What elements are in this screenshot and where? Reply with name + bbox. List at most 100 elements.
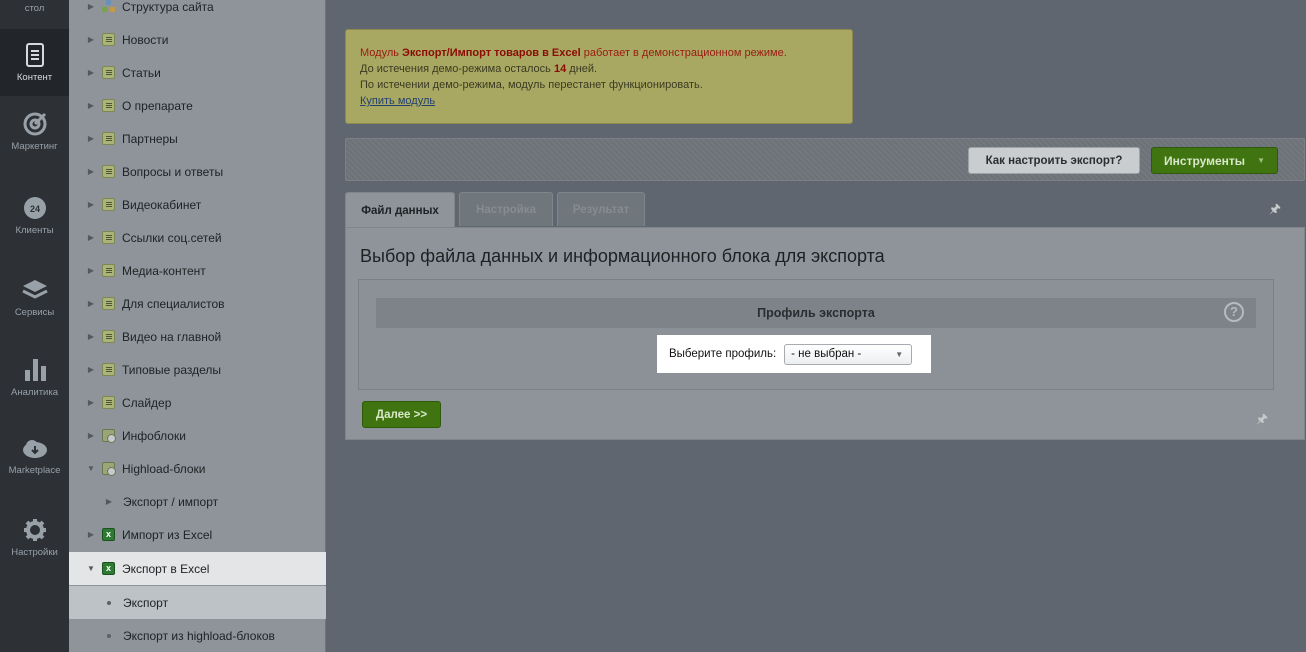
- collapse-arrow-icon[interactable]: ▼: [85, 564, 97, 573]
- expand-arrow-icon[interactable]: ▶: [85, 530, 97, 539]
- tab-result[interactable]: Результат: [557, 192, 645, 226]
- tree-item-label: Статьи: [122, 65, 161, 80]
- tree-item-label: Для специалистов: [122, 296, 225, 311]
- tree-item-site-structure[interactable]: ▶ Структура сайта: [69, 0, 326, 23]
- tools-button-label: Инструменты: [1164, 153, 1246, 168]
- expand-arrow-icon[interactable]: ▶: [85, 332, 97, 341]
- tree-item-specialists[interactable]: ▶ Для специалистов: [69, 287, 326, 320]
- chevron-down-icon: ▼: [1257, 156, 1265, 165]
- tree-item-social-links[interactable]: ▶ Ссылки соц.сетей: [69, 221, 326, 254]
- rail-item-label: Marketplace: [8, 465, 61, 476]
- crm-24-icon: 24: [23, 197, 46, 219]
- tree-item-label: Слайдер: [122, 395, 172, 410]
- tab-settings[interactable]: Настройка: [459, 192, 553, 226]
- expand-arrow-icon[interactable]: ▶: [85, 233, 97, 242]
- excel-icon: x: [102, 562, 115, 575]
- rail-item-settings[interactable]: Настройки: [0, 518, 69, 578]
- tree-item-infoblocks[interactable]: ▶ Инфоблоки: [69, 419, 326, 452]
- notice-text: работает в демонстрационном режиме.: [580, 47, 787, 59]
- expand-arrow-icon[interactable]: ▶: [85, 365, 97, 374]
- tree-item-label: Экспорт в Excel: [122, 561, 210, 576]
- notice-line-3: По истечении демо-режима, модуль переста…: [360, 79, 703, 91]
- iblock-doc-icon: [102, 66, 115, 79]
- tree-item-faq[interactable]: ▶ Вопросы и ответы: [69, 155, 326, 188]
- tree-item-media[interactable]: ▶ Медиа-контент: [69, 254, 326, 287]
- buy-module-link[interactable]: Купить модуль: [360, 95, 435, 107]
- tree-item-news[interactable]: ▶ Новости: [69, 23, 326, 56]
- bullet-icon: [107, 633, 111, 638]
- tree-item-label: О препарате: [122, 98, 193, 113]
- expand-arrow-icon[interactable]: ▶: [85, 200, 97, 209]
- pin-icon[interactable]: 🖈: [1256, 410, 1268, 432]
- expand-arrow-icon[interactable]: ▶: [85, 266, 97, 275]
- days-left: 14: [553, 63, 567, 75]
- collapse-arrow-icon[interactable]: ▼: [85, 464, 97, 473]
- tree-item-articles[interactable]: ▶ Статьи: [69, 56, 326, 89]
- tree-item-import-excel[interactable]: ▶ x Импорт из Excel: [69, 518, 326, 551]
- export-help-button[interactable]: Как настроить экспорт?: [968, 147, 1140, 174]
- tree-item-label: Видеокабинет: [122, 197, 202, 212]
- expand-arrow-icon[interactable]: ▶: [85, 2, 97, 11]
- section-title: Профиль экспорта: [757, 306, 875, 320]
- tree-item-video-cabinet[interactable]: ▶ Видеокабинет: [69, 188, 326, 221]
- rail-item-clients[interactable]: 24 Клиенты: [0, 196, 69, 256]
- module-name: Экспорт/Импорт товаров в Excel: [402, 47, 581, 59]
- tree-item-label: Новости: [122, 32, 169, 47]
- chevron-down-icon: ▼: [895, 349, 904, 359]
- expand-arrow-icon[interactable]: ▶: [85, 101, 97, 110]
- rail-item-label: Контент: [16, 72, 53, 83]
- iblock-doc-icon: [102, 396, 115, 409]
- excel-icon: x: [102, 528, 115, 541]
- expand-arrow-icon[interactable]: ▶: [85, 68, 97, 77]
- tree-item-export-highload[interactable]: Экспорт из highload-блоков: [69, 619, 326, 652]
- expand-arrow-icon[interactable]: ▶: [85, 398, 97, 407]
- pin-icon[interactable]: 🖈: [1269, 200, 1281, 222]
- target-icon: [23, 112, 46, 136]
- tree-item-partners[interactable]: ▶ Партнеры: [69, 122, 326, 155]
- tree-item-label: Партнеры: [122, 131, 178, 146]
- demo-notice: Модуль Экспорт/Импорт товаров в Excel ра…: [345, 29, 853, 124]
- iblock-doc-icon: [102, 198, 115, 211]
- tree-item-export[interactable]: Экспорт: [69, 586, 326, 619]
- tree-item-highload[interactable]: ▼ Highload-блоки: [69, 452, 326, 485]
- rail-item-desktop[interactable]: стол: [0, 0, 69, 28]
- section-header: Профиль экспорта ?: [376, 298, 1256, 328]
- rail-item-content[interactable]: Контент: [0, 29, 69, 96]
- profile-select-value: - не выбран -: [791, 348, 862, 360]
- expand-arrow-icon[interactable]: ▶: [85, 167, 97, 176]
- expand-arrow-icon[interactable]: ▶: [103, 497, 115, 506]
- export-profile-section: Профиль экспорта ? Выберите профиль: - н…: [358, 279, 1274, 390]
- tree-item-label: Экспорт: [123, 595, 169, 610]
- next-button[interactable]: Далее >>: [362, 401, 441, 428]
- main-content: Модуль Экспорт/Импорт товаров в Excel ра…: [327, 0, 1306, 652]
- tab-data-file[interactable]: Файл данных: [345, 192, 455, 228]
- bar-chart-icon: [24, 359, 46, 381]
- layers-icon: [21, 280, 48, 299]
- rail-item-label: стол: [24, 3, 45, 14]
- svg-text:24: 24: [29, 204, 39, 214]
- expand-arrow-icon[interactable]: ▶: [85, 134, 97, 143]
- notice-line-2: До истечения демо-режима осталось 14 дне…: [360, 61, 838, 77]
- rail-item-label: Клиенты: [15, 225, 54, 236]
- tree-item-export-excel[interactable]: ▼ x Экспорт в Excel: [69, 552, 326, 585]
- expand-arrow-icon[interactable]: ▶: [85, 431, 97, 440]
- rail-item-services[interactable]: Сервисы: [0, 278, 69, 338]
- rail-item-analytics[interactable]: Аналитика: [0, 356, 69, 416]
- tree-item-about[interactable]: ▶ О препарате: [69, 89, 326, 122]
- tree-item-label: Типовые разделы: [122, 362, 222, 377]
- expand-arrow-icon[interactable]: ▶: [85, 299, 97, 308]
- tree-item-slider[interactable]: ▶ Слайдер: [69, 386, 326, 419]
- expand-arrow-icon[interactable]: ▶: [85, 35, 97, 44]
- rail-item-marketing[interactable]: Маркетинг: [0, 112, 69, 172]
- tree-item-home-video[interactable]: ▶ Видео на главной: [69, 320, 326, 353]
- left-rail: стол Контент Маркетинг 24 Клиенты Сервис…: [0, 0, 69, 652]
- iblock-doc-icon: [102, 264, 115, 277]
- profile-select[interactable]: - не выбран - ▼: [784, 343, 913, 365]
- rail-item-marketplace[interactable]: Marketplace: [0, 438, 69, 498]
- tree-item-typical-sections[interactable]: ▶ Типовые разделы: [69, 353, 326, 386]
- help-icon[interactable]: ?: [1224, 302, 1244, 322]
- rail-item-label: Настройки: [11, 547, 58, 558]
- tree-item-export-import[interactable]: ▶ Экспорт / импорт: [69, 485, 326, 518]
- tools-button[interactable]: Инструменты ▼: [1151, 147, 1278, 174]
- notice-line-1: Модуль Экспорт/Импорт товаров в Excel ра…: [360, 45, 838, 61]
